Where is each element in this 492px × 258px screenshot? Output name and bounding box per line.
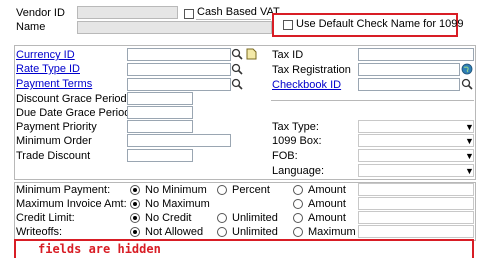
discount-grace-period-label: Discount Grace Period (16, 93, 127, 105)
tax-id-field[interactable] (358, 48, 474, 61)
checkbook-id-field[interactable] (358, 78, 460, 91)
dropdown-arrow-icon[interactable]: ▼ (465, 135, 474, 147)
use-default-check-name-checkbox[interactable] (283, 20, 293, 30)
no-maximum-radio[interactable] (130, 199, 140, 209)
language-select[interactable] (358, 164, 474, 177)
language-label: Language: (272, 165, 324, 177)
writeoffs-value-field[interactable] (358, 225, 474, 238)
maximum-invoice-amount-label: Amount (308, 198, 346, 210)
minimum-amount-label: Amount (308, 184, 346, 196)
dropdown-arrow-icon[interactable]: ▼ (465, 121, 474, 133)
dropdown-arrow-icon[interactable]: ▼ (465, 165, 474, 177)
currency-id-field[interactable] (127, 48, 231, 61)
credit-unlimited-label: Unlimited (232, 212, 278, 224)
dropdown-arrow-icon[interactable]: ▼ (465, 150, 474, 162)
writeoffs-maximum-label: Maximum (308, 226, 356, 238)
minimum-order-field[interactable] (127, 134, 231, 147)
discount-grace-period-field[interactable] (127, 92, 193, 105)
fob-select[interactable] (358, 149, 474, 162)
cash-based-vat-checkbox[interactable] (184, 9, 194, 19)
minimum-order-label: Minimum Order (16, 135, 92, 147)
cash-based-vat-underline (196, 19, 271, 20)
tax-registration-label: Tax Registration (272, 64, 351, 76)
trade-discount-label: Trade Discount (16, 150, 91, 162)
cash-based-vat-label: Cash Based VAT (197, 6, 280, 18)
tax-type-label: Tax Type: (272, 121, 319, 133)
no-minimum-label: No Minimum (145, 184, 207, 196)
rate-type-id-link[interactable]: Rate Type ID (16, 62, 80, 76)
minimum-payment-value-field[interactable] (358, 183, 474, 196)
payment-terms-link[interactable]: Payment Terms (16, 77, 92, 91)
maximum-invoice-label: Maximum Invoice Amt: (16, 198, 127, 210)
new-page-icon[interactable] (245, 48, 257, 60)
lookup-icon[interactable] (461, 78, 473, 90)
globe-icon[interactable] (461, 63, 473, 75)
credit-amount-radio[interactable] (293, 213, 303, 223)
percent-label: Percent (232, 184, 270, 196)
maximum-invoice-amount-radio[interactable] (293, 199, 303, 209)
fob-label: FOB: (272, 150, 298, 162)
writeoffs-unlimited-label: Unlimited (232, 226, 278, 238)
not-allowed-label: Not Allowed (145, 226, 204, 238)
payment-terms-field[interactable] (127, 78, 231, 91)
credit-limit-value-field[interactable] (358, 211, 474, 224)
tax-type-select[interactable] (358, 120, 474, 133)
use-default-check-name-label: Use Default Check Name for 1099 (296, 18, 464, 30)
no-credit-label: No Credit (145, 212, 192, 224)
box-1099-select[interactable] (358, 134, 474, 147)
fields-hidden-annotation: fields are hidden (38, 242, 161, 256)
tax-id-label: Tax ID (272, 49, 304, 61)
no-credit-radio[interactable] (130, 213, 140, 223)
checkbook-id-link[interactable]: Checkbook ID (272, 78, 341, 92)
right-column-divider (271, 100, 474, 101)
maximum-invoice-value-field[interactable] (358, 197, 474, 210)
due-date-grace-period-field[interactable] (127, 106, 193, 119)
payment-priority-field[interactable] (127, 120, 193, 133)
name-label: Name (16, 21, 46, 33)
lookup-icon[interactable] (231, 48, 243, 60)
writeoffs-maximum-radio[interactable] (293, 227, 303, 237)
rate-type-id-field[interactable] (127, 63, 231, 76)
trade-discount-field[interactable] (127, 149, 193, 162)
lookup-icon[interactable] (231, 78, 243, 90)
no-minimum-radio[interactable] (130, 185, 140, 195)
minimum-payment-label: Minimum Payment: (16, 184, 111, 196)
tax-registration-field[interactable] (358, 63, 460, 76)
credit-unlimited-radio[interactable] (217, 213, 227, 223)
not-allowed-radio[interactable] (130, 227, 140, 237)
vendor-id-label: Vendor ID (16, 7, 65, 19)
writeoffs-unlimited-radio[interactable] (217, 227, 227, 237)
percent-radio[interactable] (217, 185, 227, 195)
vendor-id-field[interactable] (77, 6, 178, 19)
minimum-amount-radio[interactable] (293, 185, 303, 195)
credit-amount-label: Amount (308, 212, 346, 224)
no-maximum-label: No Maximum (145, 198, 210, 210)
currency-id-link[interactable]: Currency ID (16, 48, 75, 62)
credit-limit-label: Credit Limit: (16, 212, 75, 224)
due-date-grace-period-label: Due Date Grace Period (16, 107, 131, 119)
writeoffs-label: Writeoffs: (16, 226, 63, 238)
name-field[interactable] (77, 21, 272, 34)
lookup-icon[interactable] (231, 63, 243, 75)
box-1099-label: 1099 Box: (272, 135, 322, 147)
payment-priority-label: Payment Priority (16, 121, 97, 133)
